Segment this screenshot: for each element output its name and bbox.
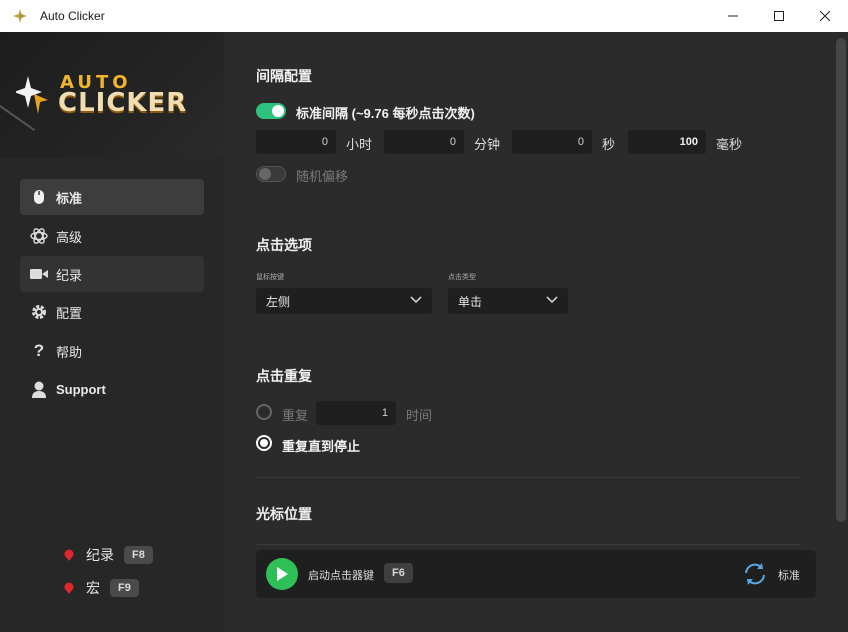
logo-star-icon <box>16 76 48 114</box>
record-hotkey-key: F8 <box>124 546 153 564</box>
repeat-count-input[interactable]: 1 <box>316 401 396 425</box>
hours-unit: 小时 <box>346 137 373 152</box>
click-type-label: 点击类型 <box>448 274 476 281</box>
standard-interval-label: 标准间隔 (~9.76 每秒点击次数) <box>296 106 475 121</box>
click-type-select[interactable]: 单击 <box>448 288 568 314</box>
minutes-input[interactable]: 0 <box>384 130 464 154</box>
milliseconds-input[interactable]: 100 <box>628 130 706 154</box>
sidebar-item-label: 帮助 <box>56 344 83 360</box>
start-button[interactable] <box>266 558 298 590</box>
sidebar-item-label: 纪录 <box>56 267 83 283</box>
mode-label: 标准 <box>778 570 800 582</box>
question-icon: ? <box>33 341 45 360</box>
chevron-down-icon <box>546 296 558 304</box>
macro-hotkey-label: 宏 <box>86 580 100 596</box>
app-star-icon <box>13 9 27 23</box>
mouse-icon <box>30 188 48 206</box>
macro-hotkey[interactable]: 宏 F9 <box>64 577 139 599</box>
minutes-unit: 分钟 <box>474 137 501 152</box>
close-button[interactable] <box>802 0 848 32</box>
sidebar-item-settings[interactable]: 配置 <box>20 294 204 330</box>
sidebar-item-label: 标准 <box>56 190 83 206</box>
click-repeat-title: 点击重复 <box>256 368 312 384</box>
chevron-down-icon <box>410 296 422 304</box>
random-offset-toggle[interactable] <box>256 166 286 182</box>
logo-line-clicker: CLICKER <box>58 88 188 118</box>
mouse-button-value: 左侧 <box>266 294 291 309</box>
atom-icon <box>30 227 48 245</box>
mouse-button-label: 鼠标按键 <box>256 274 284 281</box>
interval-section-title: 间隔配置 <box>256 68 312 84</box>
seconds-input[interactable]: 0 <box>512 130 592 154</box>
vertical-scrollbar[interactable] <box>834 32 848 632</box>
start-hotkey-key: F6 <box>384 563 413 583</box>
repeat-count-unit: 时间 <box>406 408 433 423</box>
auto-clicker-logo: AUTO CLICKER <box>0 32 224 158</box>
repeat-until-stop-label: 重复直到停止 <box>282 439 361 454</box>
repeat-count-label: 重复 <box>282 408 309 423</box>
sidebar-item-label: Support <box>56 381 106 397</box>
start-hotkey-label: 启动点击器键 <box>308 570 374 582</box>
sidebar-item-advanced[interactable]: 高级 <box>20 218 204 254</box>
sidebar-item-support[interactable]: Support <box>20 371 204 407</box>
macro-hotkey-key: F9 <box>110 579 139 597</box>
sidebar: AUTO CLICKER 标准 高级 纪录 配置 ? 帮助 Support 纪录… <box>0 32 224 632</box>
hours-input[interactable]: 0 <box>256 130 336 154</box>
title-bar: Auto Clicker <box>0 0 848 32</box>
mouse-button-select[interactable]: 左侧 <box>256 288 432 314</box>
sidebar-item-help[interactable]: ? 帮助 <box>20 333 204 369</box>
maximize-icon <box>774 11 784 21</box>
record-hotkey[interactable]: 纪录 F8 <box>64 544 153 566</box>
macro-pin-icon <box>64 582 74 594</box>
click-options-title: 点击选项 <box>256 237 312 253</box>
window-title: Auto Clicker <box>40 9 105 23</box>
repeat-count-radio[interactable] <box>256 404 272 420</box>
record-hotkey-label: 纪录 <box>86 547 114 563</box>
gear-icon <box>30 303 48 321</box>
scrollbar-thumb[interactable] <box>836 38 846 522</box>
minimize-button[interactable] <box>710 0 756 32</box>
seconds-unit: 秒 <box>602 137 616 152</box>
sidebar-item-label: 高级 <box>56 229 83 245</box>
refresh-icon[interactable] <box>742 562 768 586</box>
maximize-button[interactable] <box>756 0 802 32</box>
close-icon <box>820 11 830 21</box>
record-pin-icon <box>64 549 74 561</box>
section-divider <box>256 544 800 545</box>
sidebar-item-label: 配置 <box>56 305 83 321</box>
video-camera-icon <box>30 265 48 283</box>
sidebar-item-standard[interactable]: 标准 <box>20 179 204 215</box>
section-divider <box>256 477 800 478</box>
random-offset-label: 随机偏移 <box>296 169 349 184</box>
play-icon <box>277 567 288 581</box>
cursor-position-title: 光标位置 <box>256 506 312 522</box>
support-person-icon <box>30 380 48 398</box>
minimize-icon <box>728 15 738 17</box>
click-type-value: 单击 <box>458 294 483 309</box>
start-bar: 启动点击器键 F6 标准 <box>256 550 816 598</box>
standard-interval-toggle[interactable] <box>256 103 286 119</box>
milliseconds-unit: 毫秒 <box>716 137 743 152</box>
main-panel <box>224 32 848 632</box>
sidebar-item-record[interactable]: 纪录 <box>20 256 204 292</box>
repeat-until-stop-radio[interactable] <box>256 435 272 451</box>
